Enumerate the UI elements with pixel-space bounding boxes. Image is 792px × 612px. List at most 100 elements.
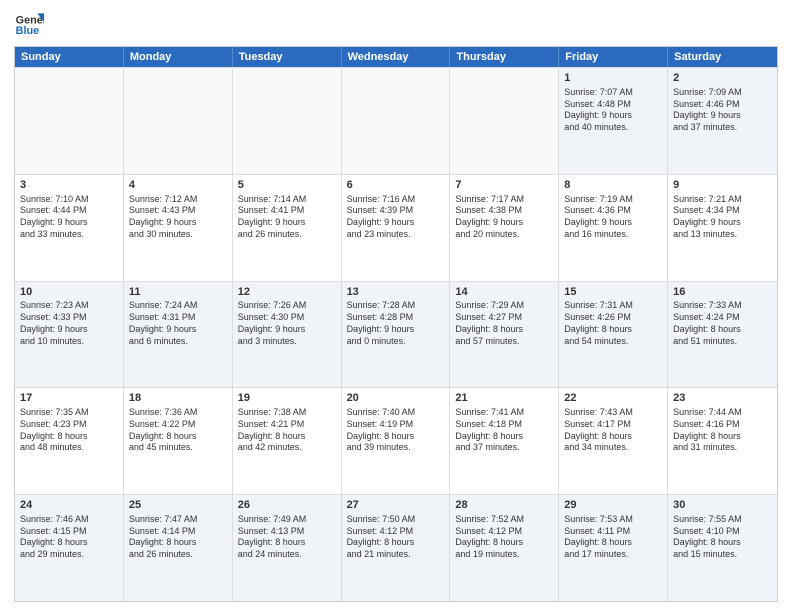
cell-info: Sunrise: 7:36 AM Sunset: 4:22 PM Dayligh…	[129, 407, 227, 454]
cal-cell-empty	[450, 68, 559, 174]
day-number: 22	[564, 391, 662, 406]
cal-cell-day-5: 5Sunrise: 7:14 AM Sunset: 4:41 PM Daylig…	[233, 175, 342, 281]
cell-info: Sunrise: 7:12 AM Sunset: 4:43 PM Dayligh…	[129, 194, 227, 241]
cal-cell-day-12: 12Sunrise: 7:26 AM Sunset: 4:30 PM Dayli…	[233, 282, 342, 388]
header-day-friday: Friday	[559, 47, 668, 67]
cal-row-4: 17Sunrise: 7:35 AM Sunset: 4:23 PM Dayli…	[15, 387, 777, 494]
header-day-sunday: Sunday	[15, 47, 124, 67]
cell-info: Sunrise: 7:55 AM Sunset: 4:10 PM Dayligh…	[673, 514, 772, 561]
header-day-monday: Monday	[124, 47, 233, 67]
cal-cell-day-29: 29Sunrise: 7:53 AM Sunset: 4:11 PM Dayli…	[559, 495, 668, 601]
cal-cell-empty	[233, 68, 342, 174]
cal-cell-day-4: 4Sunrise: 7:12 AM Sunset: 4:43 PM Daylig…	[124, 175, 233, 281]
day-number: 4	[129, 178, 227, 193]
cell-info: Sunrise: 7:38 AM Sunset: 4:21 PM Dayligh…	[238, 407, 336, 454]
cell-info: Sunrise: 7:07 AM Sunset: 4:48 PM Dayligh…	[564, 87, 662, 134]
day-number: 29	[564, 498, 662, 513]
cell-info: Sunrise: 7:47 AM Sunset: 4:14 PM Dayligh…	[129, 514, 227, 561]
cell-info: Sunrise: 7:49 AM Sunset: 4:13 PM Dayligh…	[238, 514, 336, 561]
cal-cell-empty	[15, 68, 124, 174]
cal-cell-day-11: 11Sunrise: 7:24 AM Sunset: 4:31 PM Dayli…	[124, 282, 233, 388]
day-number: 27	[347, 498, 445, 513]
cal-cell-day-25: 25Sunrise: 7:47 AM Sunset: 4:14 PM Dayli…	[124, 495, 233, 601]
cell-info: Sunrise: 7:29 AM Sunset: 4:27 PM Dayligh…	[455, 300, 553, 347]
cal-cell-day-26: 26Sunrise: 7:49 AM Sunset: 4:13 PM Dayli…	[233, 495, 342, 601]
header: General Blue	[14, 10, 778, 40]
cell-info: Sunrise: 7:50 AM Sunset: 4:12 PM Dayligh…	[347, 514, 445, 561]
day-number: 23	[673, 391, 772, 406]
day-number: 19	[238, 391, 336, 406]
cal-cell-day-15: 15Sunrise: 7:31 AM Sunset: 4:26 PM Dayli…	[559, 282, 668, 388]
header-day-tuesday: Tuesday	[233, 47, 342, 67]
cell-info: Sunrise: 7:40 AM Sunset: 4:19 PM Dayligh…	[347, 407, 445, 454]
cell-info: Sunrise: 7:31 AM Sunset: 4:26 PM Dayligh…	[564, 300, 662, 347]
cell-info: Sunrise: 7:35 AM Sunset: 4:23 PM Dayligh…	[20, 407, 118, 454]
cal-cell-day-28: 28Sunrise: 7:52 AM Sunset: 4:12 PM Dayli…	[450, 495, 559, 601]
cell-info: Sunrise: 7:16 AM Sunset: 4:39 PM Dayligh…	[347, 194, 445, 241]
day-number: 21	[455, 391, 553, 406]
calendar: SundayMondayTuesdayWednesdayThursdayFrid…	[14, 46, 778, 602]
day-number: 10	[20, 285, 118, 300]
cell-info: Sunrise: 7:41 AM Sunset: 4:18 PM Dayligh…	[455, 407, 553, 454]
cell-info: Sunrise: 7:53 AM Sunset: 4:11 PM Dayligh…	[564, 514, 662, 561]
day-number: 16	[673, 285, 772, 300]
day-number: 24	[20, 498, 118, 513]
day-number: 20	[347, 391, 445, 406]
cell-info: Sunrise: 7:46 AM Sunset: 4:15 PM Dayligh…	[20, 514, 118, 561]
day-number: 9	[673, 178, 772, 193]
svg-text:Blue: Blue	[16, 25, 39, 37]
cal-row-5: 24Sunrise: 7:46 AM Sunset: 4:15 PM Dayli…	[15, 494, 777, 601]
header-day-thursday: Thursday	[450, 47, 559, 67]
cal-cell-day-2: 2Sunrise: 7:09 AM Sunset: 4:46 PM Daylig…	[668, 68, 777, 174]
day-number: 3	[20, 178, 118, 193]
cal-cell-day-9: 9Sunrise: 7:21 AM Sunset: 4:34 PM Daylig…	[668, 175, 777, 281]
cal-cell-day-27: 27Sunrise: 7:50 AM Sunset: 4:12 PM Dayli…	[342, 495, 451, 601]
day-number: 11	[129, 285, 227, 300]
cal-cell-day-30: 30Sunrise: 7:55 AM Sunset: 4:10 PM Dayli…	[668, 495, 777, 601]
cal-cell-day-18: 18Sunrise: 7:36 AM Sunset: 4:22 PM Dayli…	[124, 388, 233, 494]
cal-cell-empty	[342, 68, 451, 174]
cell-info: Sunrise: 7:09 AM Sunset: 4:46 PM Dayligh…	[673, 87, 772, 134]
cal-cell-day-23: 23Sunrise: 7:44 AM Sunset: 4:16 PM Dayli…	[668, 388, 777, 494]
calendar-body: 1Sunrise: 7:07 AM Sunset: 4:48 PM Daylig…	[15, 67, 777, 601]
cell-info: Sunrise: 7:17 AM Sunset: 4:38 PM Dayligh…	[455, 194, 553, 241]
cal-cell-day-8: 8Sunrise: 7:19 AM Sunset: 4:36 PM Daylig…	[559, 175, 668, 281]
cal-cell-day-14: 14Sunrise: 7:29 AM Sunset: 4:27 PM Dayli…	[450, 282, 559, 388]
day-number: 28	[455, 498, 553, 513]
cal-cell-day-6: 6Sunrise: 7:16 AM Sunset: 4:39 PM Daylig…	[342, 175, 451, 281]
cell-info: Sunrise: 7:21 AM Sunset: 4:34 PM Dayligh…	[673, 194, 772, 241]
day-number: 25	[129, 498, 227, 513]
calendar-header: SundayMondayTuesdayWednesdayThursdayFrid…	[15, 47, 777, 67]
cal-cell-day-24: 24Sunrise: 7:46 AM Sunset: 4:15 PM Dayli…	[15, 495, 124, 601]
day-number: 26	[238, 498, 336, 513]
cal-cell-day-17: 17Sunrise: 7:35 AM Sunset: 4:23 PM Dayli…	[15, 388, 124, 494]
day-number: 1	[564, 71, 662, 86]
cell-info: Sunrise: 7:28 AM Sunset: 4:28 PM Dayligh…	[347, 300, 445, 347]
cal-cell-day-13: 13Sunrise: 7:28 AM Sunset: 4:28 PM Dayli…	[342, 282, 451, 388]
cal-cell-day-1: 1Sunrise: 7:07 AM Sunset: 4:48 PM Daylig…	[559, 68, 668, 174]
day-number: 7	[455, 178, 553, 193]
cell-info: Sunrise: 7:43 AM Sunset: 4:17 PM Dayligh…	[564, 407, 662, 454]
day-number: 14	[455, 285, 553, 300]
cal-cell-day-22: 22Sunrise: 7:43 AM Sunset: 4:17 PM Dayli…	[559, 388, 668, 494]
day-number: 30	[673, 498, 772, 513]
day-number: 6	[347, 178, 445, 193]
cell-info: Sunrise: 7:24 AM Sunset: 4:31 PM Dayligh…	[129, 300, 227, 347]
day-number: 13	[347, 285, 445, 300]
day-number: 8	[564, 178, 662, 193]
cell-info: Sunrise: 7:23 AM Sunset: 4:33 PM Dayligh…	[20, 300, 118, 347]
day-number: 18	[129, 391, 227, 406]
cal-cell-day-10: 10Sunrise: 7:23 AM Sunset: 4:33 PM Dayli…	[15, 282, 124, 388]
cell-info: Sunrise: 7:26 AM Sunset: 4:30 PM Dayligh…	[238, 300, 336, 347]
cal-row-3: 10Sunrise: 7:23 AM Sunset: 4:33 PM Dayli…	[15, 281, 777, 388]
day-number: 15	[564, 285, 662, 300]
cell-info: Sunrise: 7:14 AM Sunset: 4:41 PM Dayligh…	[238, 194, 336, 241]
cell-info: Sunrise: 7:33 AM Sunset: 4:24 PM Dayligh…	[673, 300, 772, 347]
logo: General Blue	[14, 10, 44, 40]
day-number: 2	[673, 71, 772, 86]
cal-cell-day-7: 7Sunrise: 7:17 AM Sunset: 4:38 PM Daylig…	[450, 175, 559, 281]
cell-info: Sunrise: 7:19 AM Sunset: 4:36 PM Dayligh…	[564, 194, 662, 241]
cal-cell-day-20: 20Sunrise: 7:40 AM Sunset: 4:19 PM Dayli…	[342, 388, 451, 494]
cell-info: Sunrise: 7:52 AM Sunset: 4:12 PM Dayligh…	[455, 514, 553, 561]
cal-cell-day-16: 16Sunrise: 7:33 AM Sunset: 4:24 PM Dayli…	[668, 282, 777, 388]
